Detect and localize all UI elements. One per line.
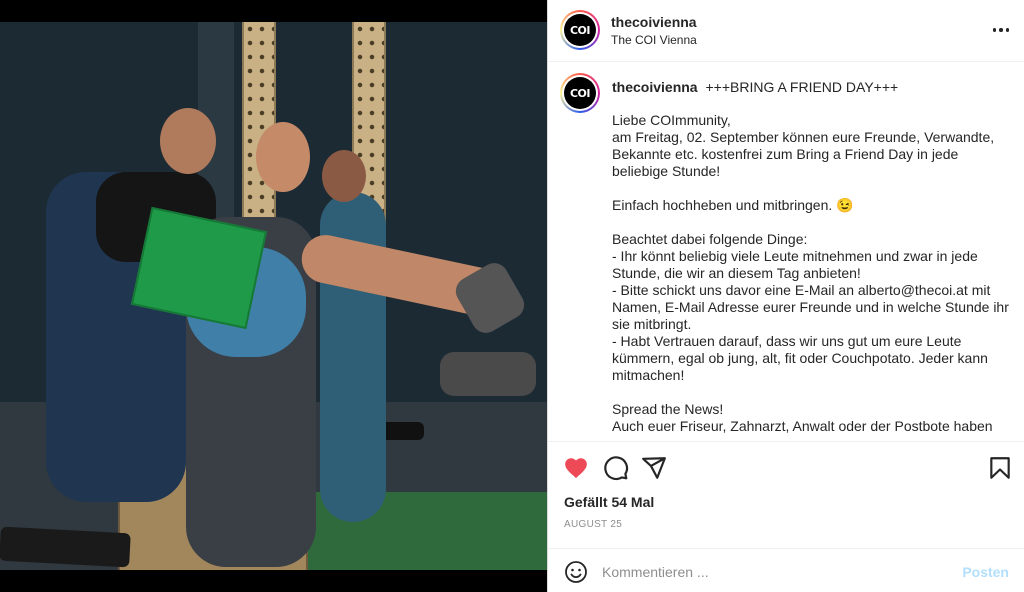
remote <box>0 526 131 568</box>
caption-line: Auch euer Friseur, Zahnarzt, Anwalt oder… <box>612 418 993 434</box>
person-back-head <box>322 150 366 202</box>
caption-line: Einfach hochheben und mitbringen. 😉 <box>612 197 854 213</box>
avatar-logo: COI <box>564 77 596 109</box>
post-comment-button[interactable]: Posten <box>962 564 1009 580</box>
caption-username[interactable]: thecoivienna <box>612 79 698 95</box>
photo-scene <box>0 22 547 570</box>
caption-line: Liebe COImmunity, <box>612 112 731 128</box>
action-bar <box>548 441 1024 493</box>
comment-input[interactable] <box>602 561 942 583</box>
avatar[interactable]: COI <box>560 10 600 50</box>
caption-line: Spread the News! <box>612 401 724 417</box>
header-username[interactable]: thecoivienna <box>611 14 697 30</box>
emoji-button[interactable] <box>564 560 588 584</box>
caption-avatar[interactable]: COI <box>560 73 600 113</box>
share-button[interactable] <box>641 455 667 481</box>
caption-line: - Ihr könnt beliebig viele Leute mitnehm… <box>612 248 978 281</box>
comment-button[interactable] <box>603 455 629 481</box>
post-header: COI thecoivienna The COI Vienna <box>548 0 1024 62</box>
caption-line: - Bitte schickt uns davor eine E-Mail an… <box>612 282 1009 332</box>
caption-title-line: thecoivienna +++BRING A FRIEND DAY+++ <box>612 79 1012 96</box>
comment-bar: Posten <box>548 548 1024 592</box>
avatar-logo: COI <box>564 14 596 46</box>
emoji-icon <box>565 561 587 583</box>
caption-line: Beachtet dabei folgende Dinge: <box>612 231 808 247</box>
more-icon <box>992 28 1010 32</box>
post-image[interactable] <box>0 0 547 592</box>
caption-area: COI thecoivienna +++BRING A FRIEND DAY++… <box>548 63 1024 440</box>
post-panel: COI thecoivienna The COI Vienna COI thec… <box>547 0 1024 592</box>
caption-text: Liebe COImmunity, am Freitag, 02. Septem… <box>612 112 1012 435</box>
heart-icon <box>565 458 587 479</box>
dumbbell <box>380 422 424 440</box>
likes-count[interactable]: Gefällt 54 Mal <box>564 494 654 510</box>
like-button[interactable] <box>563 455 589 481</box>
more-options-button[interactable] <box>989 20 1013 40</box>
bookmark-icon <box>990 457 1010 479</box>
header-location[interactable]: The COI Vienna <box>611 33 697 47</box>
person-left-head <box>160 108 216 174</box>
comment-icon <box>604 456 629 481</box>
caption-line: - Habt Vertrauen darauf, dass wir uns gu… <box>612 333 988 383</box>
save-button[interactable] <box>987 455 1013 481</box>
caption-line: am Freitag, 02. September können eure Fr… <box>612 129 995 179</box>
shoe <box>440 352 536 396</box>
share-icon <box>642 457 666 479</box>
post-date[interactable]: AUGUST 25 <box>564 519 622 530</box>
person-center-head <box>256 122 310 192</box>
caption-title: +++BRING A FRIEND DAY+++ <box>705 79 899 95</box>
